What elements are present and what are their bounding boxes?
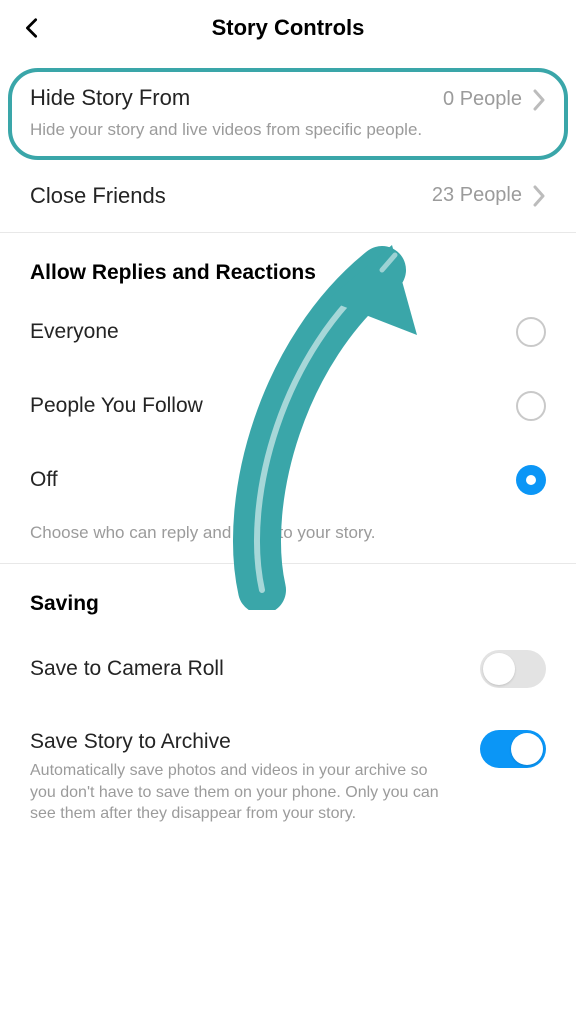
header: Story Controls <box>0 0 576 56</box>
save-camera-roll-title: Save to Camera Roll <box>30 657 480 681</box>
reply-option-label: Everyone <box>30 320 119 344</box>
save-archive-title: Save Story to Archive <box>30 730 480 754</box>
page-title: Story Controls <box>212 15 365 41</box>
reply-option-off[interactable]: Off <box>0 443 576 517</box>
reply-option-label: People You Follow <box>30 394 203 418</box>
replies-section-header: Allow Replies and Reactions <box>0 233 576 295</box>
radio-icon <box>516 391 546 421</box>
close-friends-row[interactable]: Close Friends 23 People <box>0 160 576 234</box>
hide-story-from-row[interactable]: Hide Story From Hide your story and live… <box>30 84 546 142</box>
reply-option-people-you-follow[interactable]: People You Follow <box>0 369 576 443</box>
close-friends-title: Close Friends <box>30 182 432 211</box>
back-button[interactable] <box>12 8 52 48</box>
save-archive-toggle[interactable] <box>480 730 546 768</box>
close-friends-value: 23 People <box>432 184 522 207</box>
hide-story-title: Hide Story From <box>30 84 443 113</box>
annotation-highlight-box: Hide Story From Hide your story and live… <box>8 68 568 160</box>
radio-icon <box>516 317 546 347</box>
reply-option-label: Off <box>30 468 58 492</box>
chevron-left-icon <box>21 17 43 39</box>
radio-icon-selected <box>516 465 546 495</box>
save-archive-row: Save Story to Archive Automatically save… <box>0 706 576 831</box>
saving-section-header: Saving <box>0 564 576 626</box>
reply-option-everyone[interactable]: Everyone <box>0 295 576 369</box>
save-camera-roll-toggle[interactable] <box>480 650 546 688</box>
hide-story-subtitle: Hide your story and live videos from spe… <box>30 119 443 142</box>
chevron-right-icon <box>532 89 546 111</box>
replies-help-text: Choose who can reply and react to your s… <box>0 517 576 564</box>
chevron-right-icon <box>532 185 546 207</box>
save-camera-roll-row: Save to Camera Roll <box>0 626 576 706</box>
save-archive-subtitle: Automatically save photos and videos in … <box>30 760 450 825</box>
hide-story-value: 0 People <box>443 88 522 111</box>
